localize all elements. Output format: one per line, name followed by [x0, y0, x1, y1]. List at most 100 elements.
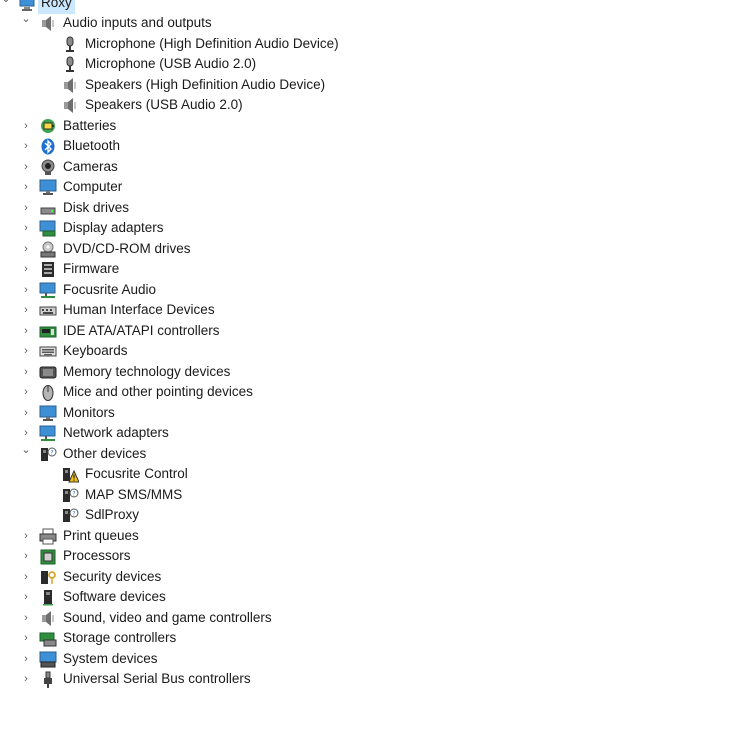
- chevron-right-icon[interactable]: ›: [20, 321, 32, 341]
- tree-root-computer[interactable]: ⌄ Roxy: [0, 0, 739, 14]
- tree-item-label: Focusrite Audio: [63, 281, 157, 297]
- tree-category-focusrite-audio[interactable]: › Focusrite Audio: [0, 280, 739, 301]
- chevron-right-icon[interactable]: ›: [20, 239, 32, 259]
- chevron-right-icon[interactable]: ›: [20, 546, 32, 566]
- tree-category-sound-video-and-game-controllers[interactable]: › Sound, video and game controllers: [0, 608, 739, 629]
- tree-category-other-devices[interactable]: ⌄? Other devices: [0, 444, 739, 465]
- tree-category-cameras[interactable]: › Cameras: [0, 157, 739, 178]
- chevron-right-icon[interactable]: ›: [20, 608, 32, 628]
- tree-item-label: Firmware: [63, 261, 120, 276]
- tree-device-item[interactable]: Microphone (High Definition Audio Device…: [0, 34, 739, 55]
- tree-item-label: Computer: [63, 179, 123, 194]
- computer-icon: [18, 0, 36, 12]
- tree-item-label: Human Interface Devices: [63, 302, 215, 317]
- tree-device-item[interactable]: ? SdlProxy: [0, 505, 739, 526]
- chevron-down-icon[interactable]: ⌄: [20, 13, 32, 33]
- svg-text:?: ?: [72, 490, 75, 497]
- tree-category-human-interface-devices[interactable]: › Human Interface Devices: [0, 300, 739, 321]
- tree-category-network-adapters[interactable]: › Network adapters: [0, 423, 739, 444]
- chevron-right-icon[interactable]: ›: [20, 259, 32, 279]
- tree-item-label: Batteries: [63, 117, 117, 133]
- tree-item-label: MAP SMS/MMS: [85, 486, 183, 502]
- tree-category-audio-inputs-and-outputs[interactable]: ⌄ Audio inputs and outputs: [0, 13, 739, 34]
- chevron-right-icon[interactable]: ›: [20, 218, 32, 238]
- chevron-right-icon[interactable]: ›: [20, 526, 32, 546]
- tree-category-processors[interactable]: › Processors: [0, 546, 739, 567]
- tree-category-firmware[interactable]: › Firmware: [0, 259, 739, 280]
- tree-item-label: Monitors: [63, 404, 115, 420]
- chevron-right-icon[interactable]: ›: [20, 567, 32, 587]
- tree-category-mice-and-other-pointing-devices[interactable]: › Mice and other pointing devices: [0, 382, 739, 403]
- tree-item-label: Storage controllers: [63, 630, 177, 645]
- tree-category-ide-ata-atapi-controllers[interactable]: › IDE ATA/ATAPI controllers: [0, 321, 739, 342]
- tree-item-label: Microphone (High Definition Audio Device…: [85, 35, 339, 51]
- chevron-right-icon[interactable]: ›: [20, 280, 32, 300]
- tree-item-label: Disk drives: [63, 199, 130, 215]
- tree-category-universal-serial-bus-controllers[interactable]: › Universal Serial Bus controllers: [0, 669, 739, 690]
- memory-device-icon: [39, 364, 57, 381]
- chevron-right-icon[interactable]: ›: [20, 341, 32, 361]
- chevron-right-icon[interactable]: ›: [20, 177, 32, 197]
- tree-category-print-queues[interactable]: › Print queues: [0, 526, 739, 547]
- tree-category-batteries[interactable]: › Batteries: [0, 116, 739, 137]
- tree-item-label: Software devices: [63, 589, 166, 604]
- device-tree: ⌄ Roxy ⌄ Audio inputs and outputs Microphone…: [0, 0, 739, 690]
- monitor-icon: [39, 179, 57, 196]
- network-monitor-icon: [39, 425, 57, 442]
- network-monitor-icon: [39, 282, 57, 299]
- chevron-right-icon[interactable]: ›: [20, 157, 32, 177]
- tree-item-label: Security devices: [63, 568, 162, 584]
- tree-item-label: Print queues: [63, 527, 139, 543]
- tree-category-computer[interactable]: › Computer: [0, 177, 739, 198]
- chevron-right-icon[interactable]: ›: [20, 423, 32, 443]
- tree-item-label: Focusrite Control: [85, 466, 188, 481]
- tree-item-label: Mice and other pointing devices: [63, 384, 253, 399]
- chevron-right-icon[interactable]: ›: [20, 198, 32, 218]
- tree-item-label: Keyboards: [63, 343, 128, 358]
- tree-device-item[interactable]: ? MAP SMS/MMS: [0, 485, 739, 506]
- ide-controller-icon: [39, 323, 57, 340]
- tree-category-disk-drives[interactable]: › Disk drives: [0, 198, 739, 219]
- tree-category-storage-controllers[interactable]: › Storage controllers: [0, 628, 739, 649]
- tree-device-item[interactable]: Focusrite Control: [0, 464, 739, 485]
- tree-category-software-devices[interactable]: › Software devices: [0, 587, 739, 608]
- tree-item-label: Memory technology devices: [63, 363, 231, 379]
- tree-item-label: Audio inputs and outputs: [63, 15, 212, 30]
- tree-category-bluetooth[interactable]: › Bluetooth: [0, 136, 739, 157]
- tree-category-memory-technology-devices[interactable]: › Memory technology devices: [0, 362, 739, 383]
- tree-item-label: System devices: [63, 650, 158, 666]
- tree-category-display-adapters[interactable]: › Display adapters: [0, 218, 739, 239]
- chevron-right-icon[interactable]: ›: [20, 382, 32, 402]
- chevron-right-icon[interactable]: ›: [20, 669, 32, 689]
- tree-item-label: SdlProxy: [85, 507, 140, 522]
- tree-category-security-devices[interactable]: › Security devices: [0, 567, 739, 588]
- dvd-drive-icon: [39, 241, 57, 258]
- tree-category-monitors[interactable]: › Monitors: [0, 403, 739, 424]
- tree-item-label: Cameras: [63, 158, 118, 174]
- tree-category-system-devices[interactable]: › System devices: [0, 649, 739, 670]
- unknown-device-icon: ?: [39, 446, 57, 463]
- tree-item-label: DVD/CD-ROM drives: [63, 240, 191, 256]
- chevron-right-icon[interactable]: ›: [20, 649, 32, 669]
- chevron-right-icon[interactable]: ›: [20, 362, 32, 382]
- tree-category-keyboards[interactable]: › Keyboards: [0, 341, 739, 362]
- chevron-down-icon[interactable]: ⌄: [20, 444, 32, 464]
- camera-icon: [39, 159, 57, 176]
- battery-icon: [39, 118, 57, 135]
- tree-device-item[interactable]: Microphone (USB Audio 2.0): [0, 54, 739, 75]
- tree-device-item[interactable]: Speakers (High Definition Audio Device): [0, 75, 739, 96]
- chevron-down-icon[interactable]: ⌄: [0, 0, 12, 13]
- processor-icon: [39, 548, 57, 565]
- chevron-right-icon[interactable]: ›: [20, 587, 32, 607]
- chevron-right-icon[interactable]: ›: [20, 300, 32, 320]
- system-device-icon: [39, 651, 57, 668]
- speaker-icon: [61, 77, 79, 94]
- chevron-right-icon[interactable]: ›: [20, 403, 32, 423]
- tree-category-dvd-cd-rom-drives[interactable]: › DVD/CD-ROM drives: [0, 239, 739, 260]
- svg-text:?: ?: [72, 511, 75, 518]
- chevron-right-icon[interactable]: ›: [20, 628, 32, 648]
- tree-device-item[interactable]: Speakers (USB Audio 2.0): [0, 95, 739, 116]
- firmware-icon: [39, 261, 57, 278]
- chevron-right-icon[interactable]: ›: [20, 116, 32, 136]
- chevron-right-icon[interactable]: ›: [20, 136, 32, 156]
